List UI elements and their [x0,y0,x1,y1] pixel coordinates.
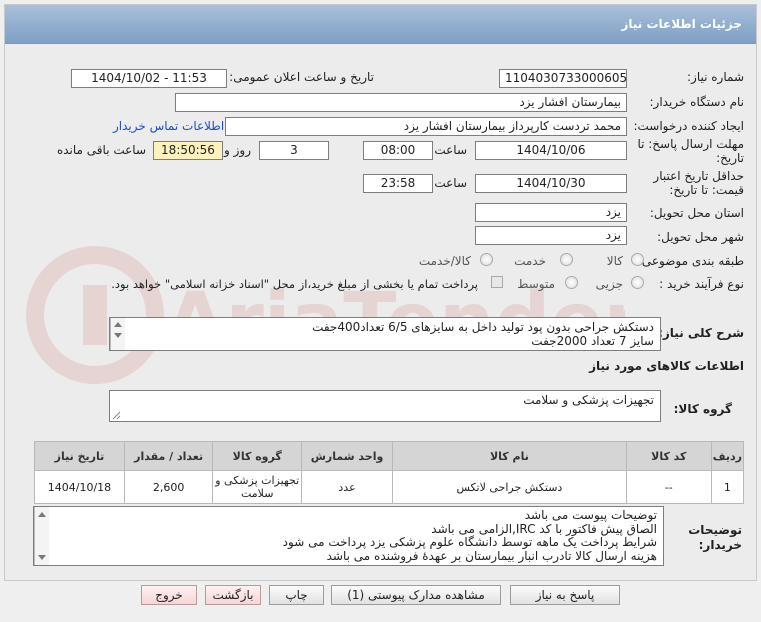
deadline-label-line2: تاریخ: [716,151,744,165]
description-label: شرح کلی نیاز: [658,326,744,340]
validity-label-line2: قیمت: تا تاریخ: [669,183,744,197]
purchase-option-minor: جزیی [595,277,623,291]
col-item-code: کد کالا [625,441,712,471]
col-goods-group: گروه کالا [212,441,303,471]
need-number-field: 1104030733000605 [499,69,627,88]
table-header-row: ردیف کد کالا نام کالا واحد شمارش گروه کا… [34,441,745,471]
cell-need-date: 1404/10/18 [34,470,125,504]
description-textarea[interactable]: دستکش جراحی بدون پود تولید داخل به سایزه… [109,317,661,351]
buyer-note-line: هزینه ارسال کالا تادرب انبار بیمارستان ب… [326,548,657,563]
col-item-name: نام کالا [391,441,627,471]
category-radio-service[interactable] [560,253,573,266]
buyer-contact-link[interactable]: اطلاعات تماس خریدار [113,119,224,133]
city-field: یزد [475,226,627,245]
cell-quantity: 2,600 [123,470,214,504]
reply-button[interactable]: پاسخ به نیاز [510,585,620,605]
category-option-goods: کالا [606,254,623,268]
province-label: استان محل تحویل: [649,206,744,220]
items-table: ردیف کد کالا نام کالا واحد شمارش گروه کا… [34,441,745,504]
page-title: جزئیات اطلاعات نیاز [5,5,756,44]
deadline-time-label: ساعت [434,143,467,157]
scroll-up-icon[interactable] [38,512,46,517]
description-line2: سایز 7 تعداد 2000جفت [531,334,654,348]
city-label: شهر محل تحویل: [657,230,744,244]
purchase-type-label: نوع فرآیند خرید : [659,277,744,291]
deadline-time-field: 08:00 [363,141,433,160]
scroll-up-icon[interactable] [114,322,122,327]
cell-item-name: دستکش جراحی لاتکس [391,470,627,504]
category-radio-goods-service[interactable] [480,253,493,266]
cell-row-number: 1 [710,470,745,504]
validity-date-field: 1404/10/30 [475,174,627,193]
category-option-goods-service: کالا/خدمت [418,254,471,268]
buyer-org-field: بیمارستان افشار یزد [175,93,627,112]
buyer-notes-textarea[interactable]: توضیحات پیوست می باشد الصاق پیش فاکتور ب… [33,506,664,566]
announce-datetime-label: تاریخ و ساعت اعلان عمومی: [229,70,374,84]
category-option-service: خدمت [514,254,546,268]
validity-time-label: ساعت [434,176,467,190]
treasury-checkbox[interactable] [491,276,503,288]
exit-button[interactable]: خروج [141,585,197,605]
remaining-days-field: 3 [259,141,329,160]
validity-time-field: 23:58 [363,174,433,193]
col-quantity: تعداد / مقدار [123,441,214,471]
scroll-down-icon[interactable] [38,555,46,560]
days-and-label: روز و [224,143,251,157]
remaining-time-field: 18:50:56 [153,141,223,160]
treasury-note: پرداخت تمام یا بخشی از مبلغ خرید،از محل … [111,277,478,291]
purchase-option-medium: متوسط [517,277,555,291]
purchase-radio-minor[interactable] [631,276,644,289]
category-radio-goods[interactable] [631,253,644,266]
col-row-number: ردیف [710,441,745,471]
cell-goods-group: تجهیزات پزشکی و سلامت [212,470,303,504]
validity-label-line1: حداقل تاریخ اعتبار [653,169,744,183]
buyer-notes-label-line2: خریدار: [698,538,742,552]
cell-unit: عدد [301,470,393,504]
province-field: یزد [475,203,627,222]
goods-info-title: اطلاعات کالاهای مورد نیاز [589,359,744,373]
resize-grip-icon[interactable] [112,411,121,420]
need-details-panel: جزئیات اطلاعات نیاز AriaTender.net شماره… [4,4,757,581]
need-number-label: شماره نیاز: [687,70,744,84]
col-unit: واحد شمارش [301,441,393,471]
deadline-label-line1: مهلت ارسال پاسخ: تا [637,137,744,151]
col-need-date: تاریخ نیاز [34,441,125,471]
purchase-radio-medium[interactable] [565,276,578,289]
buyer-note-line: توضیحات پیوست می باشد [524,508,657,522]
deadline-date-field: 1404/10/06 [475,141,627,160]
remaining-time-label: ساعت باقی مانده [56,143,146,157]
buyer-notes-label-line1: توضیحات [688,523,742,537]
goods-group-value: تجهیزات پزشکی و سلامت [523,393,654,407]
description-line1: دستکش جراحی بدون پود تولید داخل به سایزه… [312,320,654,334]
view-attachments-button[interactable]: مشاهده مدارک پیوستی (1) [331,585,501,605]
buyer-note-line: شرایط پرداخت یک ماهه توسط دانشگاه علوم پ… [282,535,657,549]
goods-group-textarea[interactable]: تجهیزات پزشکی و سلامت [109,390,661,422]
requester-label: ایجاد کننده درخواست: [633,119,744,133]
requester-field: محمد تردست کارپرداز بیمارستان افشار یزد [225,117,627,136]
goods-group-label: گروه کالا: [673,402,732,416]
announce-datetime-field: 1404/10/02 - 11:53 [71,69,227,88]
back-button[interactable]: بازگشت [205,585,261,605]
buyer-notes-scrollbar[interactable] [34,507,49,565]
print-button[interactable]: چاپ [269,585,324,605]
buyer-org-label: نام دستگاه خریدار: [649,95,745,109]
cell-item-code: -- [625,470,712,504]
table-row: 1 -- دستکش جراحی لاتکس عدد تجهیزات پزشکی… [34,470,745,504]
description-scrollbar[interactable] [110,318,125,350]
buyer-note-line: الصاق پیش فاکتور با کد IRC,الزامی می باش… [431,521,657,536]
scroll-down-icon[interactable] [114,333,122,338]
category-label: طبقه بندی موضوعی: [637,254,744,268]
